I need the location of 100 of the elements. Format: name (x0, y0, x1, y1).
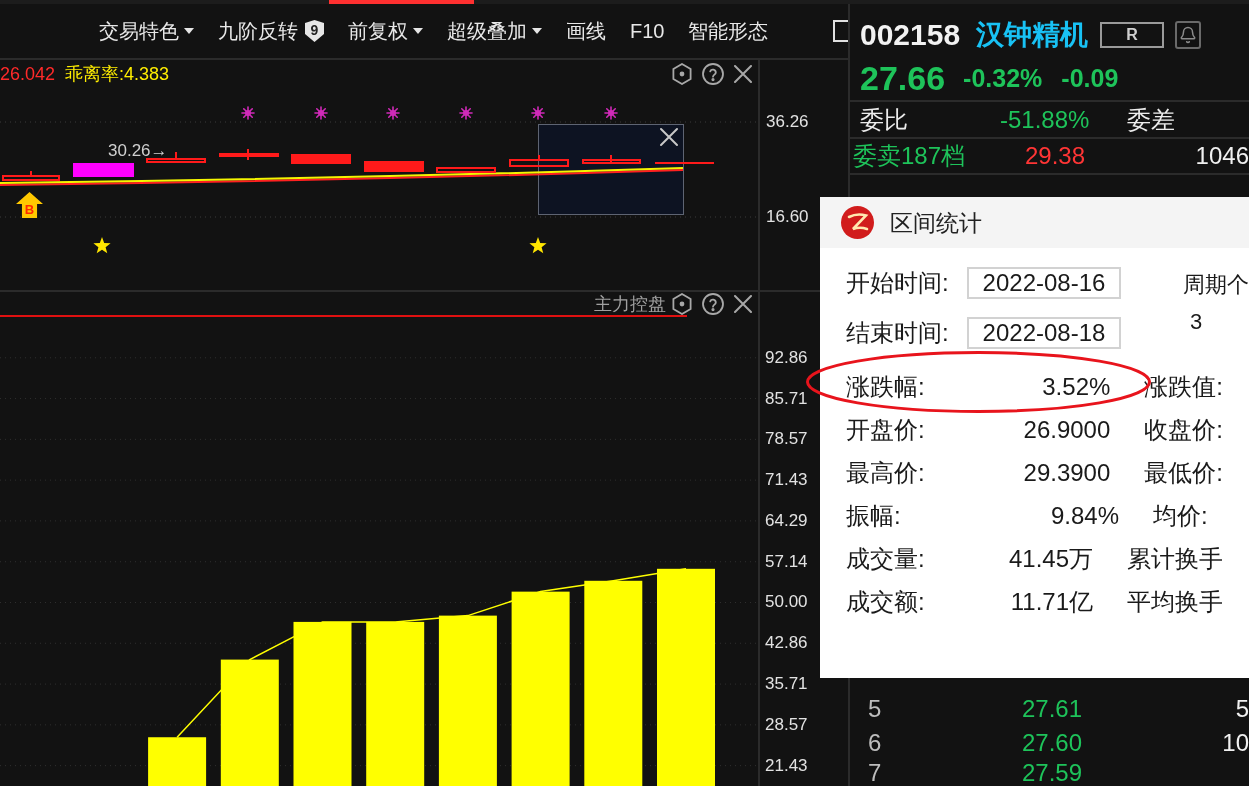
ask-total-label: 委卖187档 (853, 142, 966, 170)
level-price: 27.59 (1022, 760, 1083, 786)
axis-label: 21.43 (765, 754, 808, 777)
stat-label: 振幅: (846, 501, 901, 530)
help-icon[interactable] (702, 292, 724, 315)
legend-value: 乖离率:4.383 (65, 64, 170, 84)
axis-label: 16.60 (766, 206, 809, 228)
settings-icon[interactable] (672, 292, 692, 315)
ratio-label: 委比 (860, 105, 908, 134)
change-value: -0.09 (1061, 64, 1119, 92)
stat-value: 9.84% (1050, 501, 1119, 530)
selection-rectangle[interactable] (538, 124, 684, 215)
buy-signal-marker: B (16, 192, 43, 218)
stat-label: 涨跌值: (1144, 372, 1223, 401)
field-label: 开始时间: (846, 269, 950, 297)
axis-label: 35.71 (765, 673, 808, 696)
close-icon[interactable] (734, 294, 752, 313)
axis-label: 42.86 (765, 632, 808, 655)
candlestick (582, 154, 641, 165)
dropdown-button[interactable]: 交易特色 (99, 19, 194, 43)
level-volume: 10 (1222, 730, 1249, 756)
candlestick (364, 161, 424, 172)
axis-label: 85.71 (765, 387, 808, 410)
starburst-icon (241, 106, 255, 120)
ask-volume: 1046 (1195, 142, 1249, 170)
toolbar-button[interactable]: F10 (630, 19, 665, 43)
axis-label: 36.26 (766, 111, 809, 133)
starburst-icon (531, 106, 545, 120)
stat-value: 29.3900 (1023, 458, 1111, 487)
star-icon (93, 237, 111, 254)
stat-value: 3.52% (1042, 372, 1111, 401)
starburst-icon (604, 106, 618, 120)
starburst-icon (314, 106, 328, 120)
stat-value: 11.71亿 (1010, 587, 1093, 616)
change-percent: -0.32% (963, 64, 1043, 92)
app-logo-icon (841, 206, 874, 239)
stock-name: 汉钟精机 (976, 19, 1089, 51)
settings-icon[interactable] (672, 63, 692, 85)
dialog-title: 区间统计 (890, 208, 982, 237)
bar (148, 737, 207, 786)
stat-label: 最高价: (846, 458, 925, 487)
axis-label: 28.57 (765, 713, 808, 736)
stat-label: 收盘价: (1144, 415, 1223, 444)
axis-label: 71.43 (765, 469, 808, 492)
field-label: 结束时间: (846, 319, 950, 347)
ask-price: 29.38 (1025, 142, 1086, 170)
candlestick (436, 167, 496, 173)
chart-title: 主力控盘 (594, 293, 666, 314)
stat-label: 均价: (1153, 501, 1208, 530)
help-icon[interactable] (702, 63, 724, 85)
level-price: 27.61 (1022, 696, 1083, 722)
legend-value: 26.042 (0, 64, 56, 84)
close-icon[interactable] (734, 65, 752, 83)
toolbar-button[interactable]: 画线 (566, 19, 606, 43)
axis-label: 64.29 (765, 509, 808, 532)
toolbar-button[interactable]: 九阶反转 9 (218, 19, 324, 43)
caret-icon (532, 28, 542, 34)
stat-label: 平均换手 (1127, 587, 1223, 616)
stock-code: 002158 (860, 19, 961, 51)
candlestick (73, 163, 134, 177)
stat-label: 涨跌幅: (846, 372, 925, 401)
alert-button[interactable] (1175, 21, 1202, 49)
date-field[interactable]: 2022-08-16 (967, 267, 1121, 299)
level-number: 7 (868, 760, 882, 786)
star-icon (529, 237, 547, 254)
candlestick (219, 148, 279, 161)
caret-icon (184, 28, 194, 34)
candlestick (655, 162, 714, 164)
r-button[interactable]: R (1100, 22, 1165, 48)
price-label: 30.26→ (108, 142, 168, 160)
toolbar-button[interactable]: 智能形态 (688, 19, 769, 43)
candlestick (2, 170, 60, 181)
stat-label: 开盘价: (846, 415, 925, 444)
bell-icon (1179, 26, 1198, 44)
level-price: 27.60 (1022, 730, 1083, 756)
shield-badge: 9 (305, 20, 324, 42)
starburst-icon (386, 106, 400, 120)
stat-value: 26.9000 (1023, 415, 1111, 444)
period-value: 3 (1189, 308, 1203, 336)
close-icon[interactable] (660, 128, 678, 146)
caret-icon (413, 28, 423, 34)
difference-label: 委差 (1127, 105, 1175, 134)
last-price: 27.66 (860, 60, 946, 96)
axis-label: 50.00 (765, 591, 808, 614)
starburst-icon (459, 106, 473, 120)
stat-label: 成交额: (846, 587, 925, 616)
checkbox[interactable] (833, 20, 848, 42)
stat-label: 累计换手 (1127, 544, 1223, 573)
dropdown-button[interactable]: 前复权 (348, 19, 423, 43)
axis-label: 57.14 (765, 550, 808, 573)
dropdown-button[interactable]: 超级叠加 (447, 19, 542, 43)
axis-label: 92.86 (765, 346, 808, 369)
ratio-value: -51.88% (1000, 105, 1090, 134)
level-number: 5 (868, 696, 882, 722)
stat-label: 最低价: (1144, 458, 1223, 487)
level-volume: 5 (1235, 696, 1249, 722)
period-label: 周期个 (1183, 271, 1249, 299)
level-number: 6 (868, 730, 882, 756)
date-field[interactable]: 2022-08-18 (967, 317, 1121, 349)
axis-label: 78.57 (765, 428, 808, 451)
